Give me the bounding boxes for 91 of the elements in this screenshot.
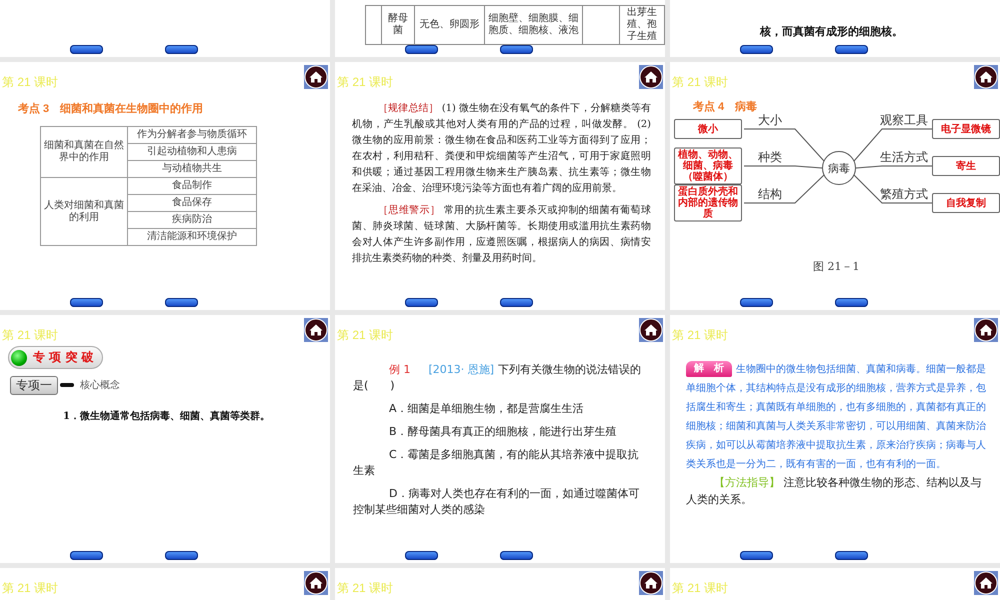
table-cell xyxy=(366,6,382,44)
table-cell: 疾病防治 xyxy=(128,212,256,228)
node-box: 电子显微镜 xyxy=(932,119,1000,139)
nav-button[interactable] xyxy=(70,551,103,560)
node-box: 自我复制 xyxy=(932,193,1000,213)
table-cell: 作为分解者参与物质循环 xyxy=(128,126,256,144)
question-text: 例 1 [2013· 恩施] 下列有关微生物的说法错误的是( ) xyxy=(353,362,642,394)
branch-label: 观察工具 xyxy=(880,112,928,129)
nav-button[interactable] xyxy=(165,551,198,560)
slide-title: 考点 4 病毒 xyxy=(693,100,758,114)
table-cell: 出芽生殖、孢子生殖 xyxy=(620,6,664,44)
slide-thumbnail[interactable] xyxy=(670,315,1000,563)
home-icon[interactable] xyxy=(304,65,328,89)
table-cell: 酵母菌 xyxy=(381,6,414,44)
badge-text: 专 项 突 破 xyxy=(33,349,94,366)
answer-option: A．细菌是单细胞生物，都是营腐生生活 xyxy=(353,401,649,417)
lesson-header: 第 21 课时 xyxy=(337,327,394,344)
table-cell: 细菌和真菌在自然界中的作用 xyxy=(40,126,128,178)
nav-button[interactable] xyxy=(835,298,868,307)
slide-thumbnail[interactable]: 第 21 课时 专 项 突 破 专项一 核心概念 1．微生物通常包括病毒、细菌、真菌等类群。 xyxy=(0,315,330,563)
paragraph: ［规律总结］ (1) 微生物在没有氧气的条件下，分解糖类等有机物，产生乳酸或其他对人类有用的产品的过程，叫做发酵。 (2) 微生物的应用前景：微生物在食品和医药工业等方面得到了应用；在农村，利用秸秆、粪便和甲烷细菌等产生沼气，可用于家庭照明和供暖；通过基因工程用微生物来生产胰岛素、抗生素等；微生物在采油、冶金、治理环境污染等方面也有着广阔的应用前景。 xyxy=(352,102,651,196)
answer-option: D．病毒对人类也存在有利的一面，如通过噬菌体可控制某些细菌对人类的感染 xyxy=(353,486,649,518)
ball-icon xyxy=(11,350,27,366)
nav-button[interactable] xyxy=(835,551,868,560)
table-cell: 清洁能源和环境保护 xyxy=(128,228,256,246)
nav-button[interactable] xyxy=(405,551,438,560)
slide-thumbnail[interactable] xyxy=(0,0,330,57)
answer-option: B．酵母菌具有真正的细胞核，能进行出芽生殖 xyxy=(353,424,649,440)
center-node: 病毒 xyxy=(822,151,856,185)
slide-thumbnail[interactable]: 第 21 课时 考点 4 病毒 微小 大小 植物、动物、细菌、病毒（噬菌体） 种类 蛋白质外壳和内部的遗传物质 结构 电子显微镜 观察工具 寄生 生活方式 自我复制 繁殖方式 病毒 图 21－1 xyxy=(670,62,1000,310)
branch-label: 繁殖方式 xyxy=(880,186,928,203)
nav-button[interactable] xyxy=(70,45,103,54)
home-icon[interactable] xyxy=(304,571,328,595)
branch-label: 种类 xyxy=(758,149,782,166)
lesson-header: 第 21 课时 xyxy=(672,580,728,597)
table-cell: 食品保存 xyxy=(128,194,256,212)
section-tag: 专项一 xyxy=(10,376,58,394)
node-box: 蛋白质外壳和内部的遗传物质 xyxy=(674,184,742,222)
guide-text: 【方法指导】 注意比较各种微生物的形态、结构以及与人类的关系。 xyxy=(686,475,982,508)
nav-button[interactable] xyxy=(405,45,438,54)
node-box: 寄生 xyxy=(932,156,1000,176)
slide-title: 考点 3 细菌和真菌在生物圈中的作用 xyxy=(18,102,204,116)
home-icon[interactable] xyxy=(639,65,663,89)
table-cell: 细胞壁、细胞膜、细胞质、细胞核、液泡 xyxy=(484,6,582,44)
body-text: 核，而真菌有成形的细胞核。 xyxy=(760,24,904,39)
home-icon[interactable] xyxy=(974,318,998,342)
home-icon[interactable] xyxy=(974,65,998,89)
nav-button[interactable] xyxy=(405,298,438,307)
lesson-header: 第 21 课时 xyxy=(2,74,58,91)
home-icon[interactable] xyxy=(639,318,663,342)
figure-caption: 图 21－1 xyxy=(813,259,860,274)
branch-label: 生活方式 xyxy=(880,149,928,166)
home-icon[interactable] xyxy=(304,318,328,342)
slide-thumbnail[interactable] xyxy=(335,62,665,310)
lesson-header: 第 21 课时 xyxy=(672,327,728,344)
nav-button[interactable] xyxy=(740,45,773,54)
home-icon[interactable] xyxy=(974,571,998,595)
table-cell: 食品制作 xyxy=(128,178,256,194)
slide-thumbnail[interactable]: 第 21 课时 例 1 [2013· 恩施] 下列有关微生物的说法错误的是( ) A．细菌是单细胞生物，都是营腐生生活 B．酵母菌具有真正的细胞核，能进行出芽生殖 C．霉菌是多细胞真菌，有的能从其培养液中提取抗生素 D．病毒对人类也存在有利的一面，如通过噬菌体可控制某些细菌对人类的感染 xyxy=(335,315,665,563)
branch-label: 大小 xyxy=(758,112,782,129)
nav-button[interactable] xyxy=(165,298,198,307)
table-cell: 无色、卵圆形 xyxy=(414,6,485,44)
lesson-header: 第 21 课时 xyxy=(337,74,394,91)
home-icon[interactable] xyxy=(639,571,663,595)
nav-button[interactable] xyxy=(740,551,773,560)
answer-option: C．霉菌是多细胞真菌，有的能从其培养液中提取抗生素 xyxy=(353,447,649,479)
node-box: 微小 xyxy=(674,119,742,139)
paragraph: ［思维警示］ 常用的抗生素主要杀灭或抑制的细菌有葡萄球菌、肺炎球菌、链球菌、大肠杆菌等。长期使用或滥用抗生素药物会对人体产生许多副作用，应遵照医嘱，根据病人的病因、病情安排抗生素类药物的种类、剂量及用药时间。 xyxy=(352,204,651,266)
nav-button[interactable] xyxy=(500,298,533,307)
nav-button[interactable] xyxy=(835,45,868,54)
section-subtitle: 核心概念 xyxy=(80,378,120,392)
table-cell: 与动植物共生 xyxy=(128,160,256,178)
lesson-header: 第 21 课时 xyxy=(2,580,58,597)
dash-icon xyxy=(60,383,74,387)
slide-thumbnail[interactable]: 核，而真菌有成形的细胞核。 xyxy=(670,0,1000,57)
nav-button[interactable] xyxy=(500,45,533,54)
analysis-text: 解 析 生物圈中的微生物包括细菌、真菌和病毒。细菌一般都是单细胞个体，其结构特点是没有成形的细胞核，营养方式是异养，包括腐生和寄生；真菌既有单细胞的，也有多细胞的，真菌都有真正的细胞核；细菌和真菌与人类关系非常密切，可以用细菌、真菌来防治疾病，如可以从霉菌培养液中提取抗生素，原来治疗疾病；病毒与人类关系也是一分为二，既有有害的一面，也有有利的一面。 xyxy=(686,360,986,472)
table-cell: 引起动植物和人患病 xyxy=(128,144,256,160)
lesson-header: 第 21 课时 xyxy=(2,327,58,344)
node-box: 植物、动物、细菌、病毒（噬菌体） xyxy=(674,148,742,184)
branch-label: 结构 xyxy=(758,186,782,203)
slide-thumbnail[interactable]: 第 21 课时 考点 3 细菌和真菌在生物圈中的作用 细菌和真菌在自然界中的作用 作为分解者参与物质循环 引起动植物和人患病 与动植物共生 人类对细菌和真菌的利用 食品制作 食品保存 疾病防治 清洁能源和环境保护 xyxy=(0,62,330,310)
nav-button[interactable] xyxy=(70,298,103,307)
nav-button[interactable] xyxy=(740,298,773,307)
nav-button[interactable] xyxy=(500,551,533,560)
table-cell xyxy=(582,6,620,44)
lesson-header: 第 21 课时 xyxy=(672,74,728,91)
lesson-header: 第 21 课时 xyxy=(337,580,394,597)
list-item: 1．微生物通常包括病毒、细菌、真菌等类群。 xyxy=(63,410,271,422)
table-cell: 人类对细菌和真菌的利用 xyxy=(40,178,128,246)
nav-button[interactable] xyxy=(165,45,198,54)
